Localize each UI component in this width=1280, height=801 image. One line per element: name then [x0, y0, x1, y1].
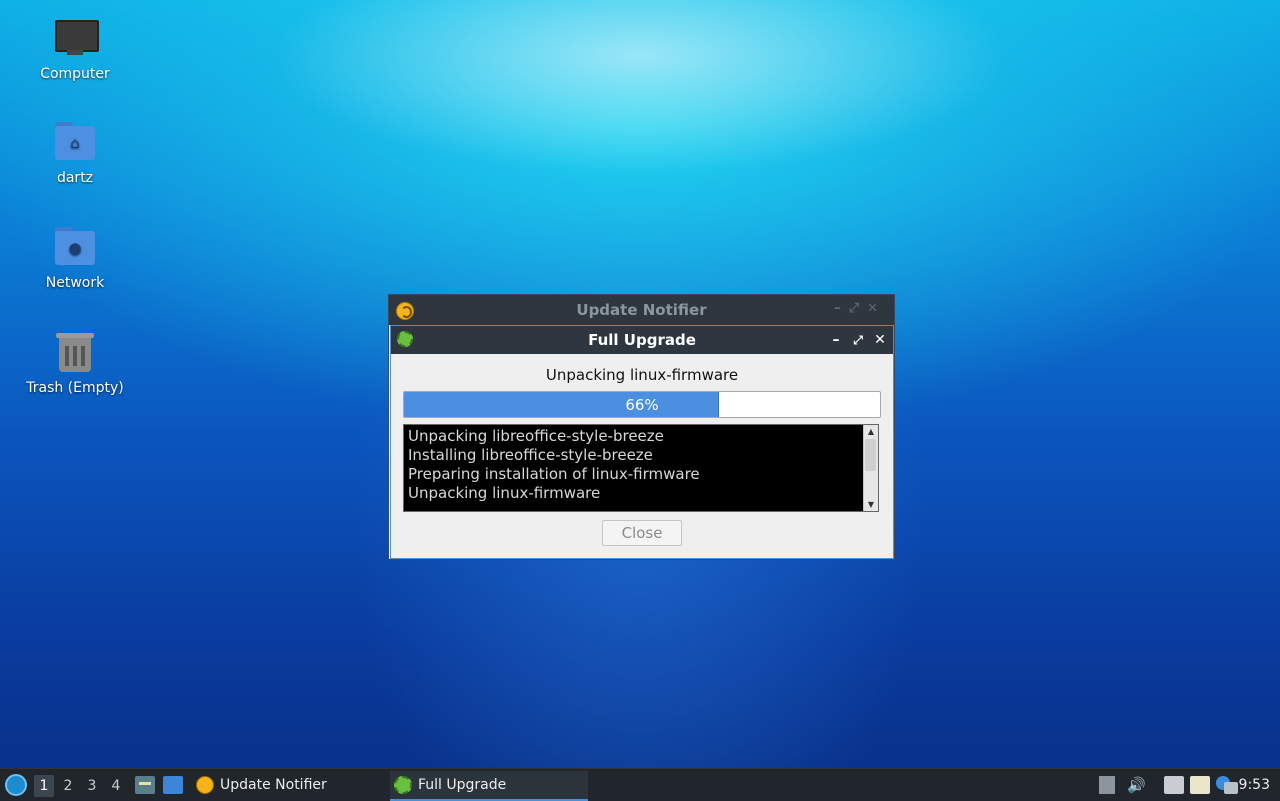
- desktop-icon-network[interactable]: ● Network: [15, 225, 135, 291]
- taskbar: 1 2 3 4 Update Notifier Full Upgrade 🔊 9…: [0, 768, 1280, 801]
- dialog-title: Full Upgrade: [588, 331, 696, 349]
- app-menu-icon[interactable]: [5, 774, 27, 796]
- workspace-1[interactable]: 1: [34, 775, 54, 797]
- update-notifier-titlebar[interactable]: Update Notifier –⤢✕: [389, 295, 894, 325]
- full-upgrade-titlebar[interactable]: Full Upgrade – ⤢ ✕: [391, 326, 893, 354]
- status-label: Unpacking linux-firmware: [545, 366, 739, 384]
- desktop-icon-label: dartz: [56, 170, 94, 186]
- computer-icon: [53, 16, 99, 60]
- workspace-4[interactable]: 4: [106, 775, 126, 797]
- scroll-down-icon[interactable]: ▼: [864, 498, 878, 511]
- log-scrollbar[interactable]: ▲ ▼: [863, 425, 878, 511]
- update-notifier-icon: [396, 302, 414, 320]
- task-label: Full Upgrade: [418, 777, 507, 793]
- log-line: Installing libreoffice-style-breeze: [408, 446, 653, 464]
- desktop-icon-computer[interactable]: Computer: [15, 16, 135, 82]
- file-manager-icon[interactable]: [135, 776, 155, 794]
- desktop-icon-home[interactable]: ⌂ dartz: [15, 120, 135, 186]
- home-folder-icon: ⌂: [53, 120, 97, 164]
- clock[interactable]: 9:53: [1239, 769, 1270, 801]
- network-folder-icon: ●: [53, 225, 97, 269]
- log-line: Unpacking libreoffice-style-breeze: [408, 427, 664, 445]
- minimize-button[interactable]: –: [827, 330, 845, 350]
- desktop-icon-label: Trash (Empty): [26, 380, 124, 396]
- scroll-up-icon[interactable]: ▲: [864, 425, 878, 438]
- volume-icon[interactable]: 🔊: [1127, 776, 1146, 794]
- progress-text: 66%: [625, 395, 659, 414]
- scroll-thumb[interactable]: [865, 439, 876, 471]
- log-lines: Unpacking libreoffice-style-breeze Insta…: [408, 427, 862, 503]
- gear-icon: [397, 331, 413, 347]
- workspace-3[interactable]: 3: [82, 775, 102, 797]
- window-title: Update Notifier: [576, 301, 707, 319]
- desktop-icon-trash[interactable]: Trash (Empty): [15, 330, 135, 396]
- close-button[interactable]: Close: [602, 520, 682, 546]
- maximize-button[interactable]: ⤢: [849, 330, 867, 350]
- close-window-button[interactable]: ✕: [871, 330, 889, 350]
- desktop-icon-label: Network: [45, 275, 105, 291]
- task-label: Update Notifier: [220, 777, 327, 793]
- progress-bar: 66%: [403, 391, 881, 418]
- workspace-2[interactable]: 2: [58, 775, 78, 797]
- log-line: Unpacking linux-firmware: [408, 484, 601, 502]
- show-desktop-icon[interactable]: [163, 776, 183, 794]
- taskbar-task-update-notifier[interactable]: Update Notifier: [192, 771, 386, 799]
- log-line: Preparing installation of linux-firmware: [408, 465, 700, 483]
- full-upgrade-dialog: Full Upgrade – ⤢ ✕ Unpacking linux-firmw…: [390, 325, 894, 559]
- window-controls-inactive[interactable]: –⤢✕: [834, 301, 886, 316]
- log-output: Unpacking libreoffice-style-breeze Insta…: [403, 424, 879, 512]
- clipboard-icon[interactable]: [1190, 776, 1210, 794]
- eject-icon[interactable]: [1099, 776, 1115, 794]
- desktop-icon-label: Computer: [40, 66, 110, 82]
- gear-icon: [394, 776, 412, 794]
- notification-icon[interactable]: [1216, 776, 1238, 794]
- taskbar-task-full-upgrade[interactable]: Full Upgrade: [390, 771, 588, 801]
- trash-icon: [53, 330, 97, 374]
- update-notifier-icon: [196, 776, 214, 794]
- network-icon[interactable]: [1164, 776, 1184, 794]
